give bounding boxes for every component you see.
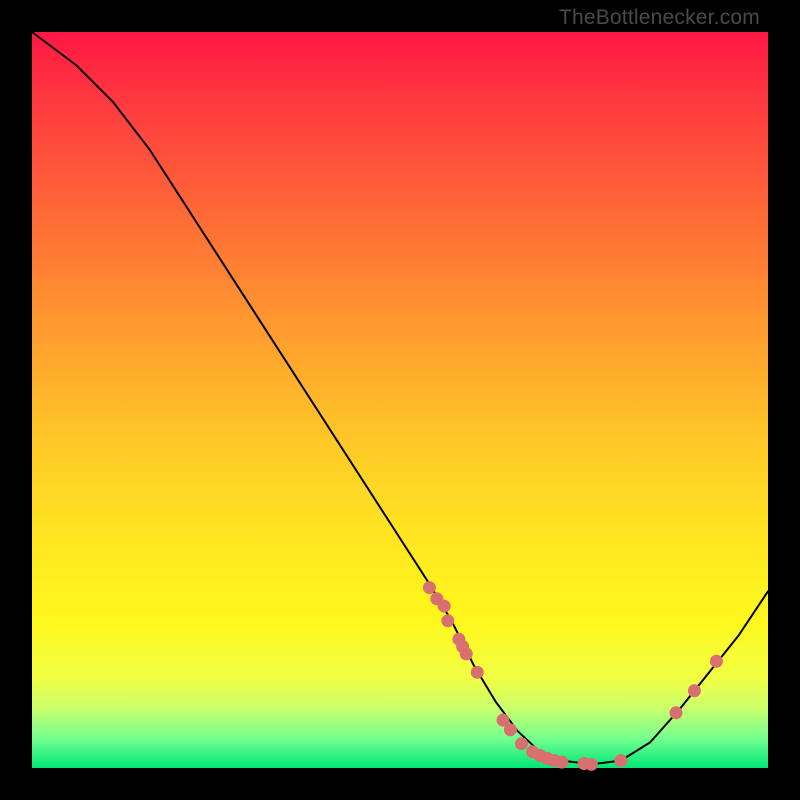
data-point xyxy=(555,756,568,769)
data-point xyxy=(710,655,723,668)
data-point xyxy=(504,723,517,736)
chart-svg xyxy=(32,32,768,768)
data-point xyxy=(688,684,701,697)
data-points-group xyxy=(423,581,723,771)
data-point xyxy=(614,754,627,767)
data-point xyxy=(471,666,484,679)
bottleneck-curve xyxy=(32,32,768,764)
data-point xyxy=(670,706,683,719)
watermark-label: TheBottlenecker.com xyxy=(559,6,760,30)
chart-container xyxy=(32,32,768,768)
data-point xyxy=(441,614,454,627)
data-point xyxy=(515,737,528,750)
data-point xyxy=(585,758,598,771)
data-point xyxy=(438,600,451,613)
data-point xyxy=(460,647,473,660)
data-point xyxy=(423,581,436,594)
